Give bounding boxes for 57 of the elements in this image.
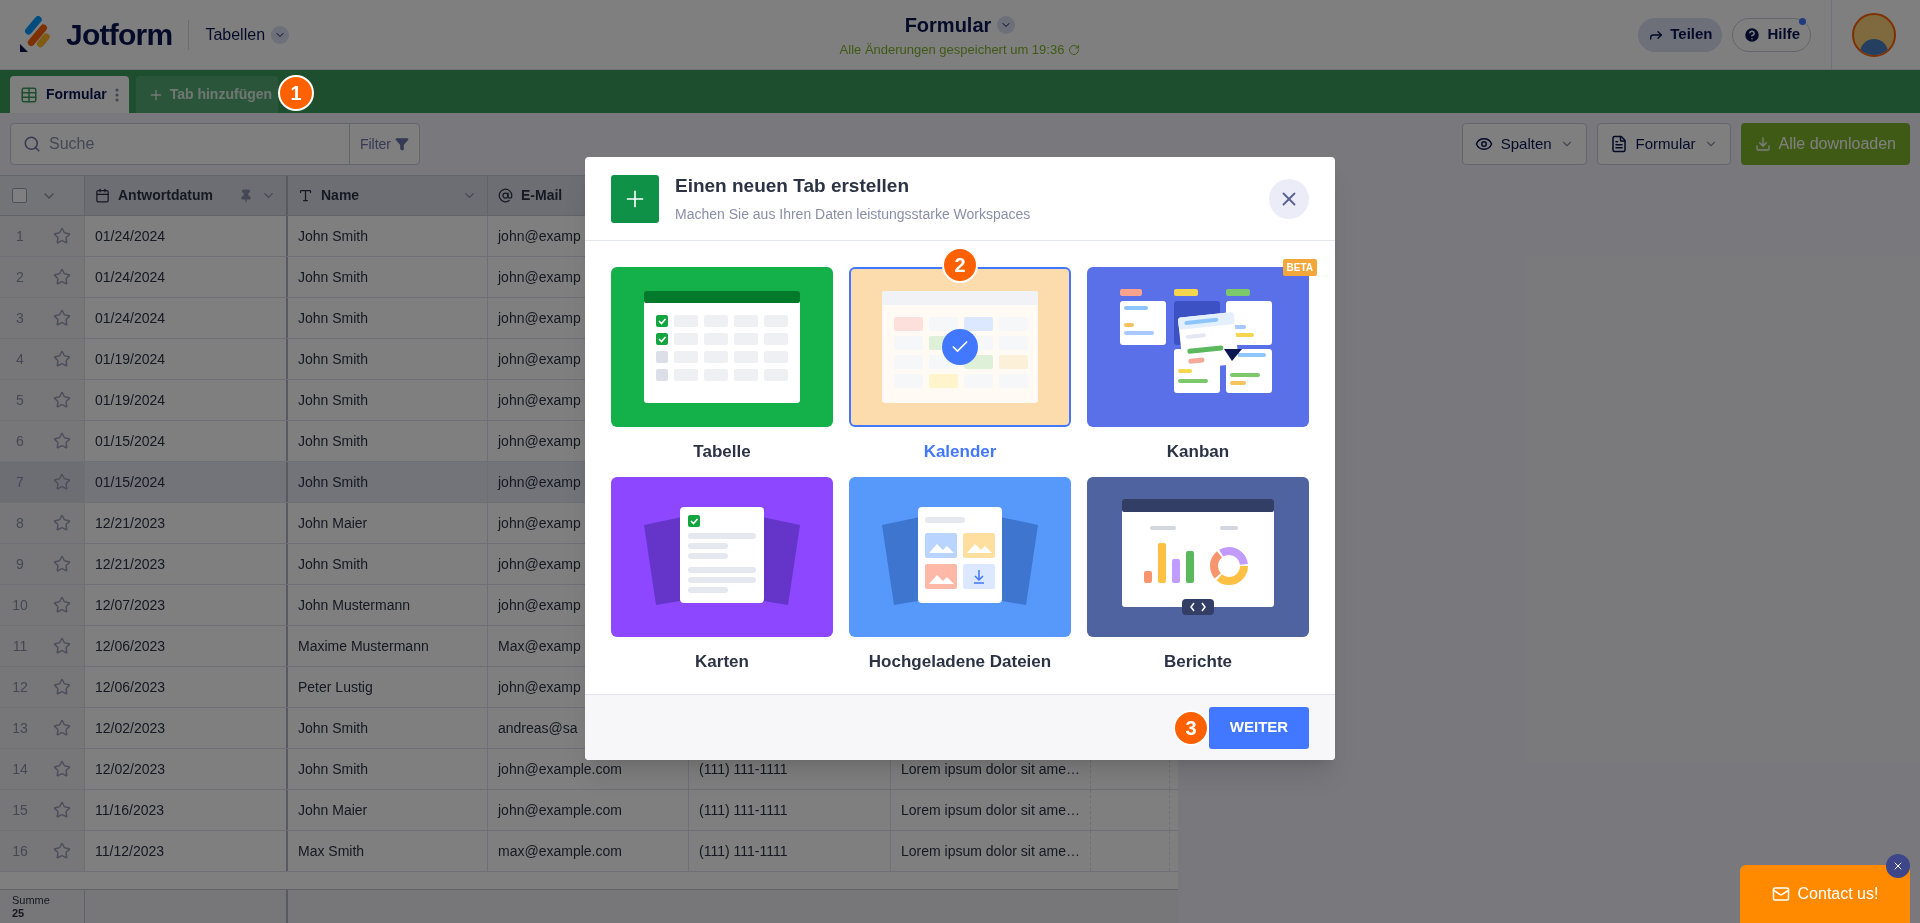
save-status: Alle Änderungen gespeichert um 19:36: [839, 40, 1065, 59]
table-cell-text: john@examp: [498, 308, 581, 328]
table-cell-text: andreas@sa: [498, 718, 578, 738]
table-cell-text: john@examp: [498, 513, 581, 533]
view-label: Karten: [695, 650, 749, 673]
table-cell-text: Lorem ipsum dolor sit ame…: [901, 800, 1080, 820]
table-cell: John Smith: [288, 544, 488, 584]
beta-badge: BETA: [1282, 259, 1317, 276]
brand-name: Jotform: [66, 17, 173, 53]
table-cell: 11/12/2023: [85, 831, 288, 871]
table-cell-text: Max@examp: [498, 636, 581, 656]
table-cell-text: john@examp: [498, 677, 581, 697]
table-cell: John Smith: [288, 298, 488, 338]
table-cell-text: Lorem ipsum dolor sit ame…: [901, 759, 1080, 779]
table-cell: John Smith: [288, 462, 488, 502]
view-label: Tabelle: [693, 441, 751, 463]
table-cell-text: max@example.com: [498, 841, 622, 861]
table-cell-text: (111) 111-1111: [699, 759, 788, 779]
table-cell-text: john@examp: [498, 554, 581, 574]
table-cell-text: (111) 111-1111: [699, 800, 788, 820]
view-label: Hochgeladene Dateien: [868, 650, 1052, 673]
table-cell-text: john@examp: [498, 390, 581, 410]
table-cell: John Maier: [288, 790, 488, 830]
column-title: Antwortdatum: [118, 186, 214, 205]
table-cell-text: john@example.com: [498, 759, 622, 779]
table-cell-text: Lorem ipsum dolor sit ame…: [901, 841, 1080, 861]
dialog-title: Einen neuen Tab erstellen: [675, 173, 911, 198]
table-cell-text: john@examp: [498, 472, 581, 492]
table-cell-text: john@examp: [498, 349, 581, 369]
view-label: Kalender: [923, 441, 997, 463]
table-cell-text: john@examp: [498, 226, 581, 246]
sum-label: Summe: [12, 893, 51, 907]
table-cell: John Smith: [288, 380, 488, 420]
step-badge: 1: [278, 74, 315, 111]
table-cell-text: john@example.com: [498, 800, 622, 820]
table-cell-text: john@examp: [498, 595, 581, 615]
table-cell: Maxime Mustermann: [288, 626, 488, 666]
table-cell: John Mustermann: [288, 585, 488, 625]
table-cell-text: john@examp: [498, 267, 581, 287]
view-label: Kanban: [1166, 441, 1230, 463]
table-cell-text: (111) 111-1111: [699, 841, 788, 861]
column-title: Name: [321, 186, 361, 205]
view-label: Berichte: [1164, 650, 1232, 673]
table-cell: John Smith: [288, 421, 488, 461]
table-cell: John Maier: [288, 503, 488, 543]
step-badge: 2: [942, 247, 978, 283]
table-cell: Peter Lustig: [288, 667, 488, 707]
table-cell: John Smith: [288, 749, 488, 789]
table-cell: Max Smith: [288, 831, 488, 871]
table-cell: John Smith: [288, 216, 488, 256]
table-cell: John Smith: [288, 257, 488, 297]
table-cell-text: john@examp: [498, 431, 581, 451]
table-cell: John Smith: [288, 339, 488, 379]
step-badge: 3: [1173, 709, 1209, 746]
column-title: E-Mail: [521, 186, 564, 205]
sum-value: 25: [12, 906, 26, 920]
table-cell: John Smith: [288, 708, 488, 748]
